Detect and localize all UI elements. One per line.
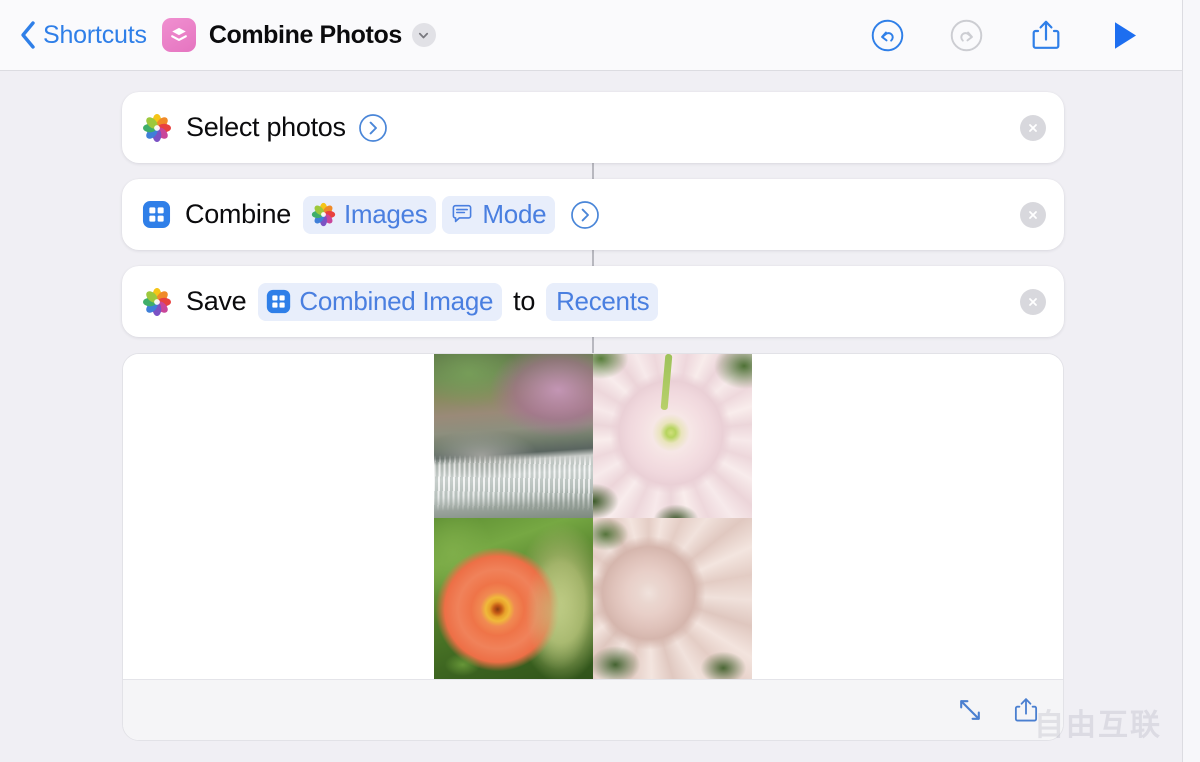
navbar-left-group: Shortcuts Combine Photos (14, 15, 436, 55)
action-connector-word: to (513, 286, 536, 316)
photo-waterfall-garden (434, 354, 593, 518)
preview-footer-toolbar (123, 679, 1063, 740)
run-button[interactable] (1085, 11, 1164, 59)
photo-orange-zinnia (434, 517, 593, 681)
speech-bubble-icon (450, 202, 474, 226)
undo-button[interactable] (848, 11, 927, 59)
expand-preview-button[interactable] (953, 693, 987, 727)
combined-image-grid[interactable] (434, 354, 752, 681)
share-preview-button[interactable] (1009, 693, 1043, 727)
result-preview-card (122, 353, 1064, 741)
action-label: Save (186, 286, 247, 316)
parameter-token-images[interactable]: Images (302, 195, 437, 234)
shortcuts-editor-screen: Shortcuts Combine Photos Select photos C… (0, 0, 1200, 762)
redo-button[interactable] (927, 11, 1006, 59)
action-label: Combine (185, 199, 291, 229)
close-x-icon (1029, 297, 1037, 306)
right-edge-rail (1182, 0, 1200, 762)
action-row-select-photos[interactable]: Select photos (122, 92, 1064, 163)
token-label: Combined Image (299, 285, 494, 316)
photos-pinwheel-icon (311, 202, 336, 227)
share-up-arrow-box-icon (1014, 698, 1038, 722)
chevron-left-icon[interactable] (14, 15, 40, 55)
shortcuts-layers-icon (161, 18, 196, 52)
parameter-token-combined-image[interactable]: Combined Image (258, 282, 503, 321)
parameter-token-mode[interactable]: Mode (442, 195, 556, 234)
action-row-combine-images[interactable]: Combine Images Mode (122, 179, 1064, 250)
photos-pinwheel-icon (142, 287, 172, 317)
navbar-right-group (848, 11, 1164, 59)
redo-arrow-circle-icon (950, 19, 983, 51)
action-row-save-to-album[interactable]: Save Combined Image to Recents (122, 266, 1064, 337)
play-triangle-icon (1114, 21, 1136, 49)
navigation-bar: Shortcuts Combine Photos (0, 0, 1182, 71)
delete-action-button[interactable] (1020, 114, 1046, 141)
expand-diagonal-arrows-icon (960, 700, 980, 720)
delete-action-button[interactable] (1020, 201, 1046, 228)
undo-arrow-circle-icon (871, 19, 904, 51)
share-button[interactable] (1006, 11, 1085, 59)
parameter-token-recents[interactable]: Recents (546, 282, 659, 321)
action-list: Select photos Combine Images Mode Save C… (122, 92, 1064, 355)
chevron-right-circle-icon[interactable] (570, 200, 600, 230)
photo-pale-pink-dahlia (593, 354, 752, 518)
chevron-right-circle-icon[interactable] (358, 113, 388, 143)
editor-content: Select photos Combine Images Mode Save C… (0, 71, 1182, 762)
back-to-shortcuts-link[interactable]: Shortcuts (43, 21, 147, 50)
close-x-icon (1029, 210, 1037, 219)
delete-action-button[interactable] (1020, 288, 1046, 315)
preview-stage (123, 354, 1063, 681)
chevron-down-icon[interactable] (411, 23, 436, 47)
action-label: Select photos (186, 112, 346, 142)
close-x-icon (1029, 123, 1037, 132)
token-label: Images (343, 198, 428, 229)
token-label: Recents (556, 285, 650, 316)
grid-square-blue-icon (266, 289, 291, 314)
token-label: Mode (482, 198, 547, 229)
grid-square-blue-icon (142, 200, 171, 229)
photos-pinwheel-icon (142, 113, 172, 143)
share-up-arrow-box-icon (1032, 20, 1059, 49)
page-title: Combine Photos (208, 20, 402, 49)
photo-pink-dahlia-cluster (593, 517, 752, 681)
